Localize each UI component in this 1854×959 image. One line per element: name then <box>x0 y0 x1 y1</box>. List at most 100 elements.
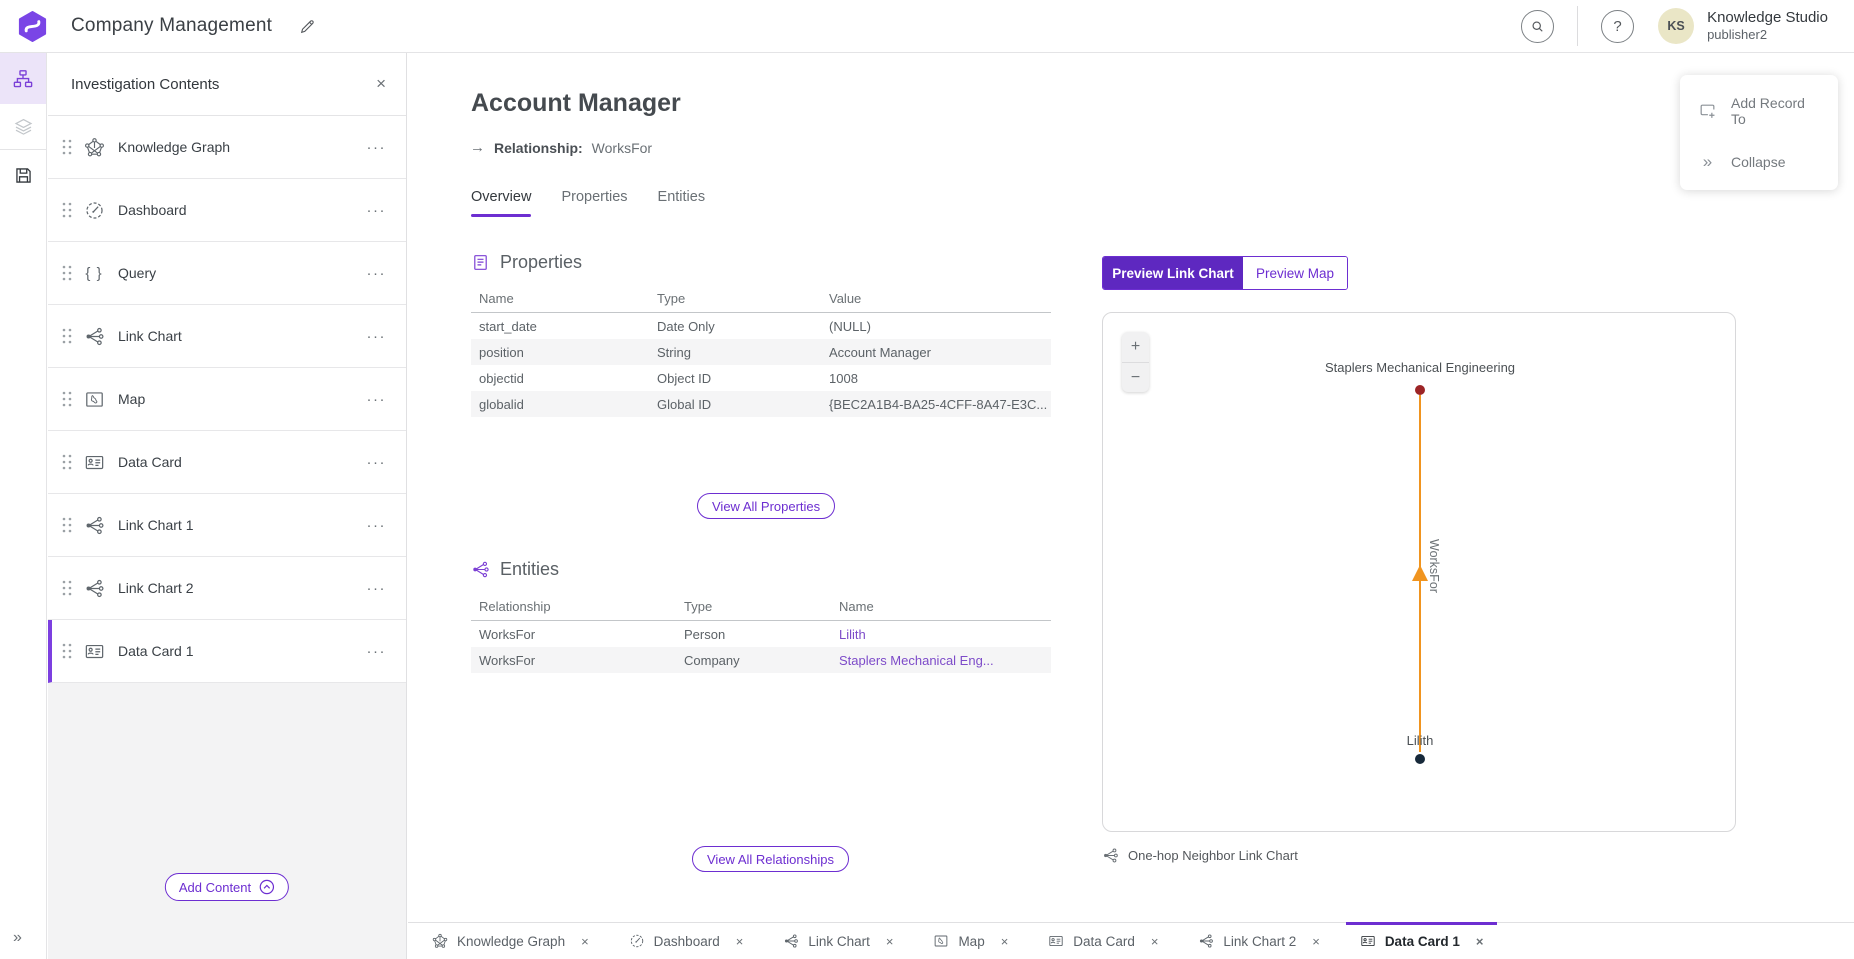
sidebar-item-link-chart-2[interactable]: Link Chart 2 ··· <box>48 557 406 620</box>
item-menu-icon[interactable]: ··· <box>367 580 387 597</box>
sidebar-item-label: Dashboard <box>118 202 367 218</box>
preview-map-button[interactable]: Preview Map <box>1243 257 1347 289</box>
drag-handle-icon[interactable] <box>60 199 74 221</box>
properties-section-header: Properties <box>471 252 582 273</box>
close-tab-icon[interactable]: × <box>1312 934 1320 949</box>
preview-link-chart-button[interactable]: Preview Link Chart <box>1103 257 1243 289</box>
property-name: objectid <box>471 371 649 386</box>
item-menu-icon[interactable]: ··· <box>367 202 387 219</box>
tab-label: Link Chart 2 <box>1223 934 1296 949</box>
app-logo-icon <box>16 10 49 43</box>
property-value: {BEC2A1B4-BA25-4CFF-8A47-E3C... <box>821 397 1051 412</box>
sidebar-item-data-card-1[interactable]: Data Card 1 ··· <box>48 620 406 683</box>
drag-handle-icon[interactable] <box>60 262 74 284</box>
avatar[interactable]: KS <box>1658 8 1694 44</box>
tab-link-chart-2[interactable]: Link Chart 2 × <box>1184 923 1333 959</box>
table-row: globalid Global ID {BEC2A1B4-BA25-4CFF-8… <box>471 391 1051 417</box>
property-value: 1008 <box>821 371 1051 386</box>
link-chart-preview: + − Staplers Mechanical Engineering Work… <box>1102 312 1736 832</box>
entities-section-title: Entities <box>500 559 559 580</box>
close-tab-icon[interactable]: × <box>1151 934 1159 949</box>
drag-handle-icon[interactable] <box>60 640 74 662</box>
drag-handle-icon[interactable] <box>60 325 74 347</box>
item-menu-icon[interactable]: ··· <box>367 139 387 156</box>
sidebar-item-map[interactable]: Map ··· <box>48 368 406 431</box>
table-row: position String Account Manager <box>471 339 1051 365</box>
item-menu-icon[interactable]: ··· <box>367 454 387 471</box>
item-menu-icon[interactable]: ··· <box>367 517 387 534</box>
tab-entities[interactable]: Entities <box>658 189 706 217</box>
rail-layers-button[interactable] <box>0 104 46 148</box>
entity-type: Person <box>676 627 831 642</box>
drag-handle-icon[interactable] <box>60 577 74 599</box>
sidebar-title: Investigation Contents <box>71 76 376 93</box>
sidebar-item-label: Link Chart 2 <box>118 580 367 596</box>
tab-properties[interactable]: Properties <box>561 189 627 217</box>
map-icon <box>83 389 105 410</box>
drag-handle-icon[interactable] <box>60 514 74 536</box>
sidebar-item-dashboard[interactable]: Dashboard ··· <box>48 179 406 242</box>
close-tab-icon[interactable]: × <box>581 934 589 949</box>
property-value: Account Manager <box>821 345 1051 360</box>
layers-icon <box>13 116 34 137</box>
menu-item-collapse[interactable]: » Collapse <box>1680 140 1838 183</box>
tab-knowledge-graph[interactable]: Knowledge Graph × <box>418 923 603 959</box>
item-menu-icon[interactable]: ··· <box>367 643 387 660</box>
property-type: Global ID <box>649 397 821 412</box>
dashboard-icon <box>629 933 645 949</box>
column-header-name: Name <box>471 291 649 306</box>
rail-investigation-contents-button[interactable] <box>0 53 46 104</box>
tab-map[interactable]: Map × <box>919 923 1022 959</box>
tab-data-card-1[interactable]: Data Card 1 × <box>1346 923 1498 959</box>
close-tab-icon[interactable]: × <box>1001 934 1009 949</box>
chart-node-person[interactable] <box>1415 754 1425 764</box>
view-all-relationships-button[interactable]: View All Relationships <box>692 846 849 872</box>
close-tab-icon[interactable]: × <box>736 934 744 949</box>
tab-label: Dashboard <box>654 934 720 949</box>
entity-name-link[interactable]: Staplers Mechanical Eng... <box>831 653 1051 668</box>
link-chart-icon <box>83 515 105 536</box>
drag-handle-icon[interactable] <box>60 451 74 473</box>
item-menu-icon[interactable]: ··· <box>367 265 387 282</box>
preview-toggle: Preview Link Chart Preview Map <box>1102 256 1348 290</box>
item-menu-icon[interactable]: ··· <box>367 391 387 408</box>
drag-handle-icon[interactable] <box>60 388 74 410</box>
zoom-in-button[interactable]: + <box>1122 332 1149 362</box>
preview-caption: One-hop Neighbor Link Chart <box>1102 847 1298 864</box>
menu-item-add-record-to[interactable]: Add Record To <box>1680 82 1838 140</box>
view-all-properties-button[interactable]: View All Properties <box>697 493 835 519</box>
data-card-icon <box>1360 933 1376 949</box>
add-content-button[interactable]: Add Content <box>165 873 289 901</box>
close-tab-icon[interactable]: × <box>886 934 894 949</box>
record-tabs: Overview Properties Entities <box>471 189 705 217</box>
sidebar-item-data-card[interactable]: Data Card ··· <box>48 431 406 494</box>
sidebar-item-query[interactable]: { } Query ··· <box>48 242 406 305</box>
tab-overview[interactable]: Overview <box>471 189 531 217</box>
item-menu-icon[interactable]: ··· <box>367 328 387 345</box>
sidebar-item-link-chart[interactable]: Link Chart ··· <box>48 305 406 368</box>
close-icon[interactable]: × <box>376 74 386 94</box>
close-tab-icon[interactable]: × <box>1476 934 1484 949</box>
record-detail-panel: Account Manager → Relationship: WorksFor… <box>408 53 1854 922</box>
sidebar-item-link-chart-1[interactable]: Link Chart 1 ··· <box>48 494 406 557</box>
sidebar-header: Investigation Contents × <box>48 53 406 116</box>
search-button[interactable] <box>1521 10 1554 43</box>
sidebar-item-label: Data Card <box>118 454 367 470</box>
entity-relationship: WorksFor <box>471 653 676 668</box>
tab-link-chart[interactable]: Link Chart × <box>769 923 907 959</box>
tab-dashboard[interactable]: Dashboard × <box>615 923 758 959</box>
drag-handle-icon[interactable] <box>60 136 74 158</box>
help-icon: ? <box>1613 18 1621 35</box>
properties-table-header: Name Type Value <box>471 285 1051 313</box>
help-button[interactable]: ? <box>1601 10 1634 43</box>
chart-node-company[interactable] <box>1415 385 1425 395</box>
zoom-out-button[interactable]: − <box>1122 362 1149 392</box>
sidebar-item-knowledge-graph[interactable]: Knowledge Graph ··· <box>48 116 406 179</box>
entity-name-link[interactable]: Lilith <box>831 627 1051 642</box>
edit-title-pencil-icon[interactable] <box>298 17 317 36</box>
rail-save-button[interactable] <box>0 151 46 199</box>
tab-data-card[interactable]: Data Card × <box>1034 923 1172 959</box>
top-bar: Company Management ? KS Knowledge Studio… <box>0 0 1854 53</box>
property-value: (NULL) <box>821 319 1051 334</box>
expand-panel-icon[interactable]: » <box>13 929 22 947</box>
